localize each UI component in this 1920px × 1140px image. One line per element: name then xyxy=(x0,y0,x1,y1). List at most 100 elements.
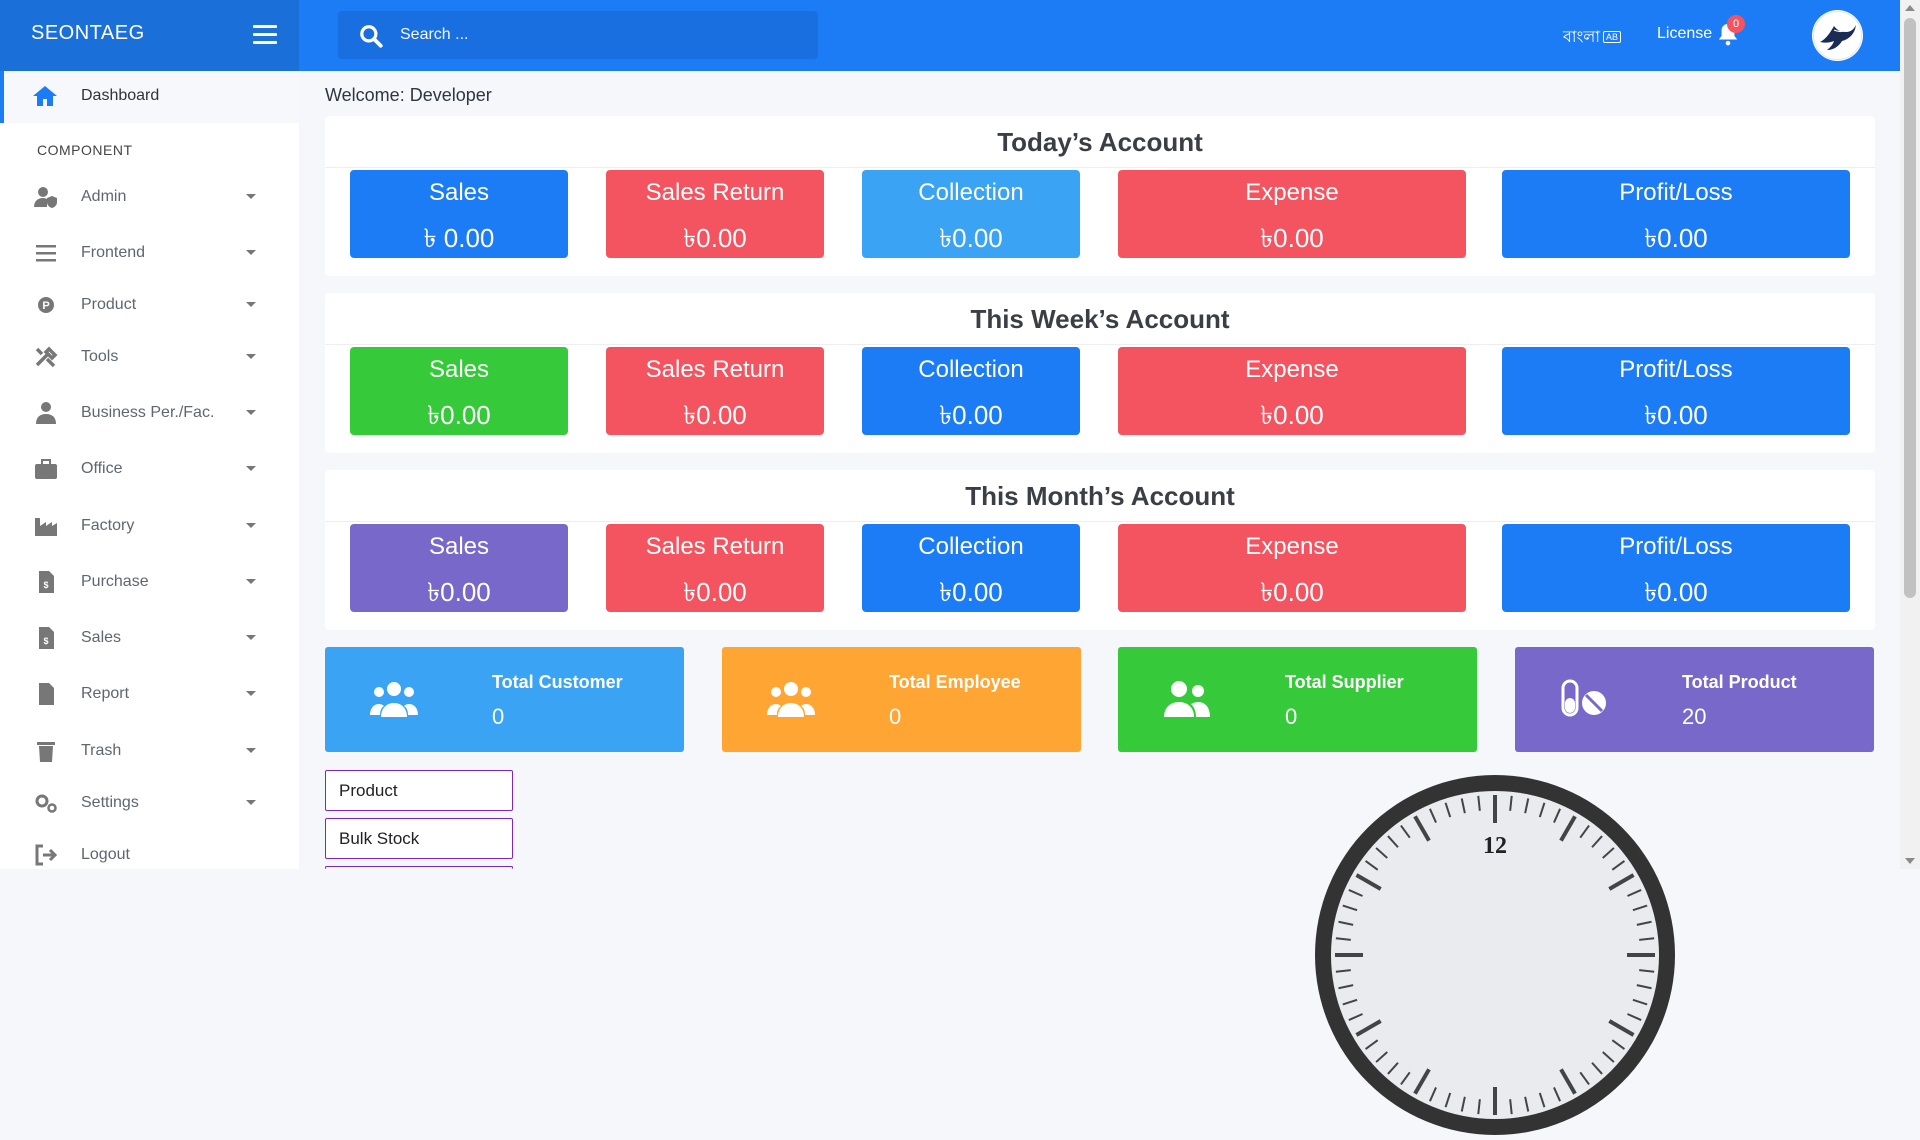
language-switch[interactable]: বাংলা AB xyxy=(1563,24,1622,51)
stat-card-label: Total Employee xyxy=(889,672,1021,692)
account-card[interactable]: Expense ৳0.00 xyxy=(1118,524,1466,612)
avatar[interactable] xyxy=(1812,10,1863,61)
stat-card-label: Total Product xyxy=(1682,672,1797,692)
analog-clock: 12 xyxy=(1315,775,1675,1135)
account-card-value: ৳0.00 xyxy=(683,577,747,607)
sidebar-item-label: Tools xyxy=(81,348,119,365)
account-card[interactable]: Sales ৳0.00 xyxy=(350,347,568,435)
bars-icon xyxy=(36,245,56,262)
account-card-label: Profit/Loss xyxy=(1619,356,1733,383)
license-link[interactable]: License xyxy=(1657,25,1712,43)
sidebar-item-label: Dashboard xyxy=(81,87,160,104)
account-card[interactable]: Collection ৳0.00 xyxy=(862,347,1080,435)
account-card[interactable]: Collection ৳0.00 xyxy=(862,170,1080,258)
sidebar-item-settings[interactable]: Settings xyxy=(0,783,299,823)
sidebar-item-business[interactable]: Business Per./Fac. xyxy=(0,393,299,433)
svg-text:$: $ xyxy=(43,636,48,646)
sidebar-item-label: Purchase xyxy=(81,573,149,590)
stat-card-label: Total Customer xyxy=(492,672,623,692)
svg-text:P: P xyxy=(42,300,49,312)
search-icon[interactable] xyxy=(358,23,384,49)
sidebar-item-label: Product xyxy=(81,296,137,313)
stat-card[interactable]: Total Supplier 0 xyxy=(1118,647,1477,752)
account-card[interactable]: Profit/Loss ৳0.00 xyxy=(1502,524,1850,612)
sidebar-item-label: Admin xyxy=(81,188,127,205)
quick-link-bulk-stock[interactable]: Bulk Stock xyxy=(325,818,513,859)
trash-icon xyxy=(37,742,55,762)
cogs-icon xyxy=(35,794,57,813)
account-card[interactable]: Sales ৳0.00 xyxy=(350,524,568,612)
account-card[interactable]: Collection ৳0.00 xyxy=(862,524,1080,612)
account-card[interactable]: Sales Return ৳0.00 xyxy=(606,524,824,612)
account-card-value: ৳ 0.00 xyxy=(423,223,495,253)
caret-down-icon xyxy=(246,466,256,471)
industry-icon xyxy=(35,518,57,536)
account-card-label: Sales Return xyxy=(645,356,785,383)
account-section-title: Today’s Account xyxy=(325,116,1875,168)
account-card[interactable]: Expense ৳0.00 xyxy=(1118,347,1466,435)
account-section-title: This Week’s Account xyxy=(325,293,1875,345)
svg-text:$: $ xyxy=(43,580,48,590)
sidebar-item-sales[interactable]: $ Sales xyxy=(0,618,299,658)
account-card-value: ৳0.00 xyxy=(427,400,491,430)
sidebar-item-label: Logout xyxy=(81,846,130,863)
stat-card-value: 20 xyxy=(1682,704,1707,729)
home-icon xyxy=(33,86,57,106)
stat-card[interactable]: Total Product 20 xyxy=(1515,647,1874,752)
sidebar-item-report[interactable]: Report xyxy=(0,674,299,714)
sidebar-item-label: Report xyxy=(81,685,130,702)
briefcase-icon xyxy=(35,459,57,479)
sidebar-item-label: Sales xyxy=(81,629,122,646)
account-card-label: Sales xyxy=(428,179,490,206)
sidebar-item-label: Office xyxy=(81,460,123,477)
sidebar-item-admin[interactable]: Admin xyxy=(0,177,299,217)
language-label: বাংলা xyxy=(1563,29,1600,46)
sidebar-item-office[interactable]: Office xyxy=(0,449,299,489)
sidebar-item-frontend[interactable]: Frontend xyxy=(0,233,299,273)
caret-down-icon xyxy=(246,579,256,584)
sidebar-item-purchase[interactable]: $ Purchase xyxy=(0,562,299,602)
stat-card[interactable]: Total Employee 0 xyxy=(722,647,1081,752)
scrollbar-thumb[interactable] xyxy=(1904,18,1916,598)
account-card-value: ৳0.00 xyxy=(1644,223,1708,253)
sidebar-item-factory[interactable]: Factory xyxy=(0,506,299,546)
sidebar-item-tools[interactable]: Tools xyxy=(0,337,299,377)
account-card[interactable]: Sales Return ৳0.00 xyxy=(606,347,824,435)
brand-area: SEONTAEG xyxy=(0,0,299,71)
caret-down-icon xyxy=(246,523,256,528)
user-tie-icon xyxy=(36,402,56,424)
account-card[interactable]: Profit/Loss ৳0.00 xyxy=(1502,170,1850,258)
account-card[interactable]: Sales Return ৳0.00 xyxy=(606,170,824,258)
scroll-down-arrow-icon[interactable] xyxy=(1905,858,1915,864)
invoice-dollar-icon: $ xyxy=(39,627,54,649)
user-friends-icon xyxy=(1164,681,1210,717)
account-card-value: ৳0.00 xyxy=(683,223,747,253)
sidebar-item-trash[interactable]: Trash xyxy=(0,731,299,771)
brand-name[interactable]: SEONTAEG xyxy=(31,22,145,45)
stat-card[interactable]: Total Customer 0 xyxy=(325,647,684,752)
sidebar-item-dashboard[interactable]: Dashboard xyxy=(0,71,299,123)
search-box xyxy=(338,11,818,59)
scroll-up-arrow-icon[interactable] xyxy=(1905,5,1915,11)
search-input[interactable] xyxy=(400,23,780,47)
account-card[interactable]: Sales ৳ 0.00 xyxy=(350,170,568,258)
account-card-label: Sales Return xyxy=(645,533,785,560)
menu-toggle-icon[interactable] xyxy=(253,25,277,45)
sidebar-item-label: Factory xyxy=(81,517,135,534)
account-card-value: ৳0.00 xyxy=(939,577,1003,607)
account-card-label: Profit/Loss xyxy=(1619,533,1733,560)
account-card-label: Expense xyxy=(1245,533,1339,560)
sidebar-item-product[interactable]: P Product xyxy=(0,285,299,325)
users-icon xyxy=(767,682,815,717)
quick-link-product[interactable]: Product xyxy=(325,770,513,811)
account-card-value: ৳0.00 xyxy=(1260,400,1324,430)
sidebar-item-logout[interactable]: Logout xyxy=(0,835,299,875)
account-card-label: Profit/Loss xyxy=(1619,179,1733,206)
clock-numeral-12: 12 xyxy=(1483,833,1507,859)
account-card-label: Collection xyxy=(918,356,1024,383)
account-card[interactable]: Profit/Loss ৳0.00 xyxy=(1502,347,1850,435)
vertical-scrollbar[interactable] xyxy=(1900,0,1920,869)
account-card-value: ৳0.00 xyxy=(683,400,747,430)
caret-down-icon xyxy=(246,194,256,199)
account-card[interactable]: Expense ৳0.00 xyxy=(1118,170,1466,258)
